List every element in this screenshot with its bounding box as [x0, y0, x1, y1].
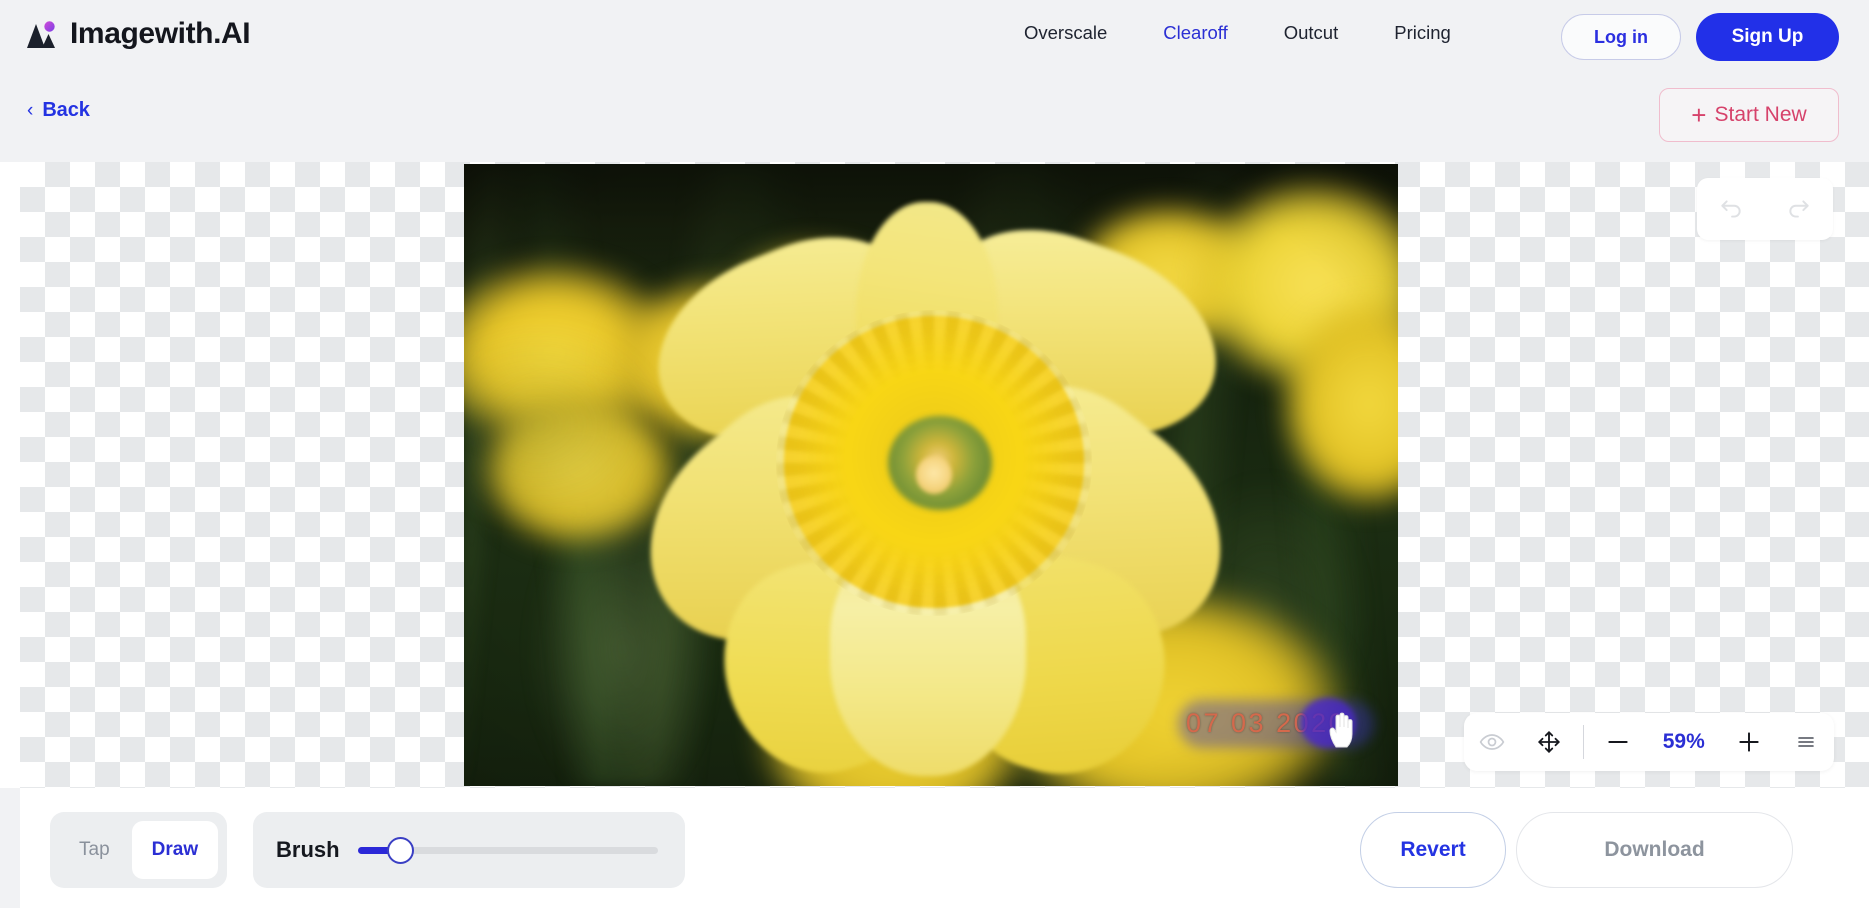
undo-button[interactable]: [1709, 187, 1753, 231]
brand-logo[interactable]: Imagewith.AI: [25, 17, 251, 51]
zoom-in-button[interactable]: [1721, 713, 1778, 771]
editor-canvas[interactable]: [20, 162, 1869, 788]
undo-arrow-icon: [1721, 200, 1741, 218]
brush-size-control: Brush: [253, 812, 685, 888]
back-link[interactable]: ‹ Back: [27, 99, 90, 122]
minus-icon: [1608, 741, 1629, 743]
mode-button-tap[interactable]: Tap: [59, 821, 130, 879]
mountain-dot-logo-icon: [25, 18, 59, 50]
zoom-out-button[interactable]: [1590, 713, 1647, 771]
move-arrows-icon: [1538, 731, 1560, 753]
slider-thumb[interactable]: [386, 837, 414, 864]
site-header: Imagewith.AI Overscale Clearoff Outcut P…: [0, 0, 1869, 82]
nav-item-pricing[interactable]: Pricing: [1366, 22, 1479, 44]
chevron-left-icon: ‹: [27, 100, 34, 121]
nav-item-clearoff[interactable]: Clearoff: [1135, 22, 1255, 44]
pan-tool-button[interactable]: [1521, 713, 1578, 771]
brush-size-slider[interactable]: [357, 837, 658, 864]
left-rail: [0, 788, 20, 908]
redo-arrow-icon: [1789, 200, 1809, 218]
zoom-toolbar: 59%: [1464, 713, 1834, 771]
eye-icon: [1480, 734, 1505, 750]
toolbar-divider: [1583, 725, 1585, 759]
signup-button[interactable]: Sign Up: [1696, 13, 1839, 61]
back-label: Back: [42, 99, 90, 121]
mode-toggle-group: Tap Draw: [50, 812, 228, 888]
plus-icon: [1739, 732, 1759, 752]
canvas-menu-button[interactable]: [1777, 713, 1834, 771]
nav-item-outcut[interactable]: Outcut: [1256, 22, 1367, 44]
main-nav: Overscale Clearoff Outcut Pricing: [996, 22, 1479, 44]
zoom-level-label: 59%: [1662, 730, 1705, 753]
brand-name: Imagewith.AI: [70, 17, 251, 50]
editing-image[interactable]: [464, 164, 1398, 786]
login-button[interactable]: Log in: [1561, 14, 1681, 60]
start-new-button[interactable]: + Start New: [1659, 88, 1839, 142]
toggle-preview-button[interactable]: [1464, 713, 1521, 771]
brush-label: Brush: [276, 837, 340, 862]
mode-button-draw[interactable]: Draw: [131, 821, 219, 879]
start-new-label: Start New: [1714, 103, 1807, 126]
photo-vignette: [464, 164, 1398, 786]
revert-button[interactable]: Revert: [1360, 812, 1506, 888]
hamburger-menu-icon: [1797, 737, 1814, 747]
plus-icon: +: [1691, 99, 1707, 130]
download-button[interactable]: Download: [1516, 812, 1793, 888]
redo-button[interactable]: [1777, 187, 1821, 231]
brush-cursor-dab: [1300, 698, 1356, 748]
nav-item-overscale[interactable]: Overscale: [996, 22, 1135, 44]
app-root: Imagewith.AI Overscale Clearoff Outcut P…: [0, 0, 1869, 908]
history-controls: [1697, 178, 1833, 240]
